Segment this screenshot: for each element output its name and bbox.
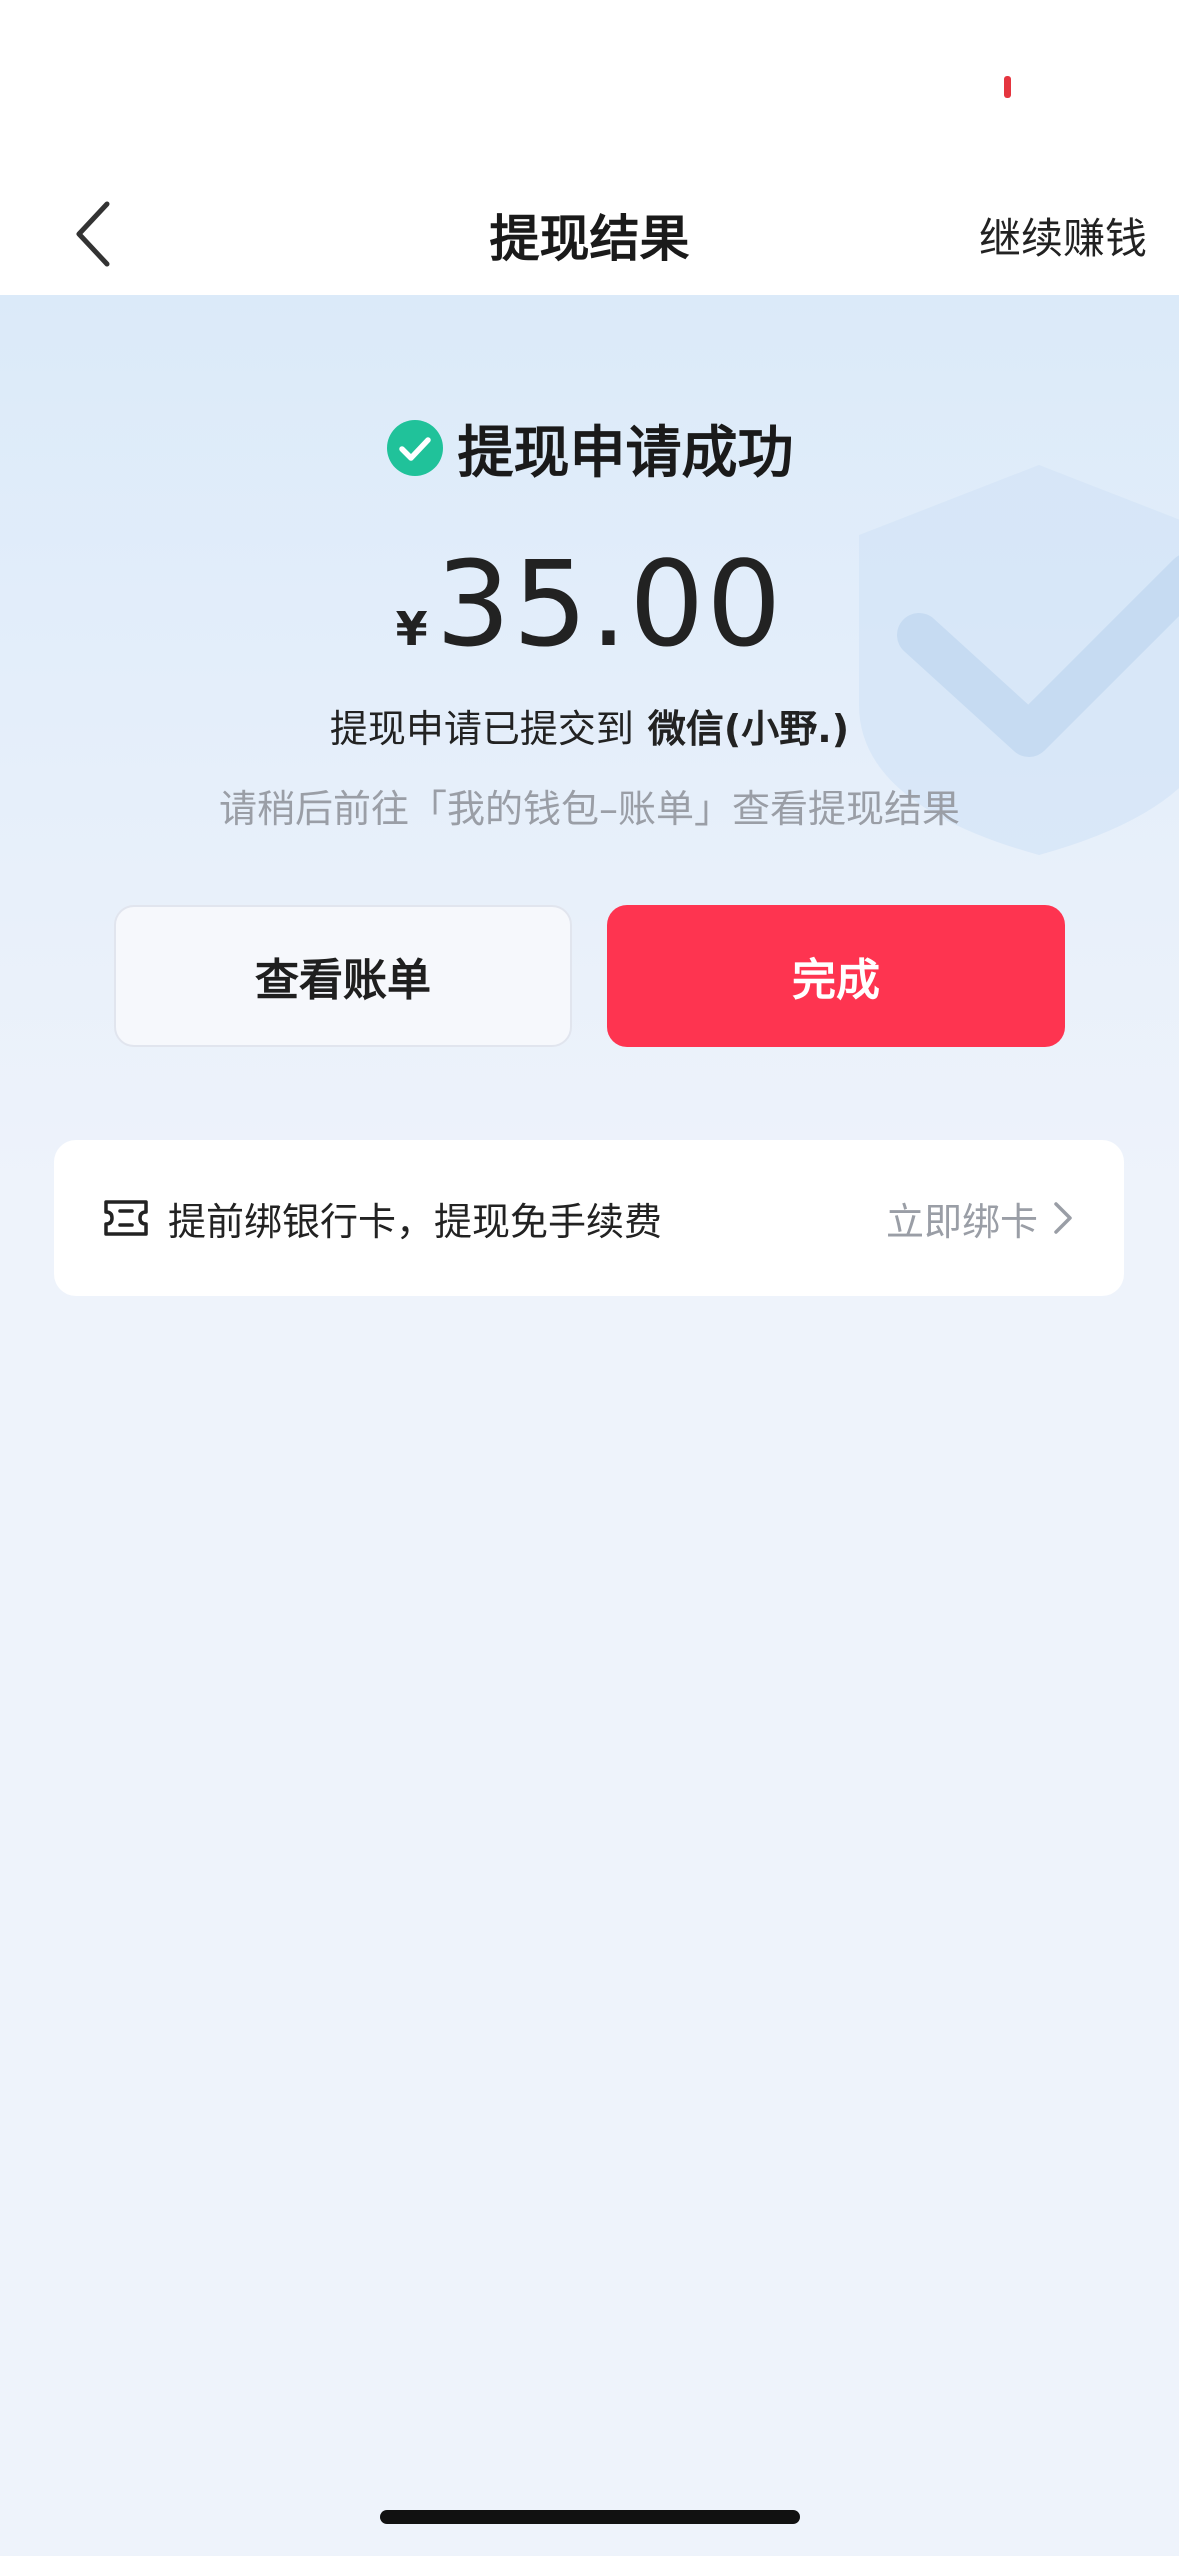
success-title: 提现申请成功 [457,420,794,486]
check-circle-icon [386,420,443,476]
bank-prompt-text: 提前绑银行卡，提现免手续费 [168,1199,663,1244]
submit-target: 微信(小野.) [647,706,850,751]
bind-bank-card-banner[interactable]: 提前绑银行卡，提现免手续费 立即绑卡 [54,1140,1124,1296]
success-status: 提现申请成功 [0,413,1179,486]
result-hint: 请稍后前往「我的钱包–账单」查看提现结果 [218,786,960,831]
done-button[interactable]: 完成 [607,905,1065,1047]
chevron-right-icon [1054,1202,1072,1234]
currency-symbol: ¥ [395,602,428,656]
bind-card-label: 立即绑卡 [885,1199,1038,1244]
navigation-bar: 提现结果 继续赚钱 [0,175,1179,295]
status-bar [0,0,1179,175]
home-indicator[interactable] [380,2510,800,2524]
result-panel: 提现申请成功 ¥ 35.00 提现申请已提交到 微信(小野.) 请稍后前往「我的… [0,295,1179,1195]
chevron-left-icon [76,201,110,267]
back-button[interactable] [48,189,138,279]
amount-value: 35.00 [435,535,784,673]
submit-info: 提现申请已提交到 微信(小野.) [0,695,1179,755]
view-bill-button[interactable]: 查看账单 [114,905,572,1047]
withdraw-amount: ¥ 35.00 [0,535,1179,675]
continue-earning-button[interactable]: 继续赚钱 [979,175,1147,295]
recording-indicator-icon [1004,76,1011,98]
submit-prefix: 提现申请已提交到 [329,706,634,751]
bind-card-link[interactable]: 立即绑卡 [886,1140,1074,1296]
ticket-icon [104,1200,148,1236]
